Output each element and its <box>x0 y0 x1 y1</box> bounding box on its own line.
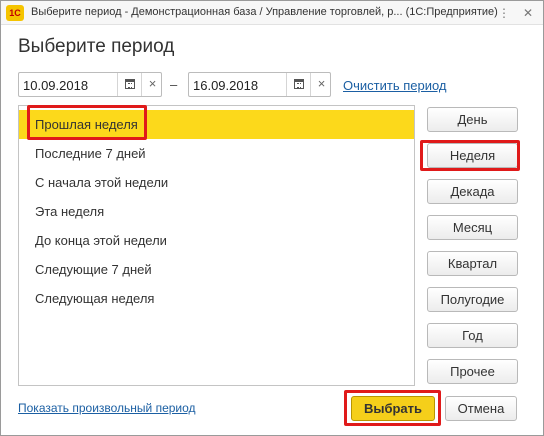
show-arbitrary-period-link[interactable]: Показать произвольный период <box>18 401 196 415</box>
list-item[interactable]: Следующие 7 дней <box>19 255 414 284</box>
list-item-label: До конца этой недели <box>35 233 167 248</box>
dialog-heading: Выберите период <box>18 36 175 57</box>
list-item[interactable]: С начала этой недели <box>19 168 414 197</box>
period-half-year-button[interactable]: Полугодие <box>427 287 518 312</box>
period-day-button[interactable]: День <box>427 107 518 132</box>
list-item-label: Следующие 7 дней <box>35 262 152 277</box>
list-item-label: Эта неделя <box>35 204 105 219</box>
date-to-value: 16.09.2018 <box>193 78 259 93</box>
list-item-label: Следующая неделя <box>35 291 155 306</box>
more-icon[interactable]: ⋮ <box>496 5 512 21</box>
date-from-field[interactable]: 10.09.2018 × <box>18 72 162 97</box>
period-week-button[interactable]: Неделя <box>427 143 518 168</box>
list-item[interactable]: Последние 7 дней <box>19 139 414 168</box>
period-other-button[interactable]: Прочее <box>427 359 518 384</box>
clear-date-from-icon[interactable]: × <box>141 73 163 96</box>
date-from-value: 10.09.2018 <box>23 78 89 93</box>
list-item[interactable]: Прошлая неделя <box>19 110 414 139</box>
date-range-separator: – <box>170 77 178 92</box>
list-item[interactable]: До конца этой недели <box>19 226 414 255</box>
date-to-field[interactable]: 16.09.2018 × <box>188 72 331 97</box>
cancel-button[interactable]: Отмена <box>445 396 517 421</box>
calendar-icon[interactable] <box>117 73 141 96</box>
period-decade-button[interactable]: Декада <box>427 179 518 204</box>
close-icon[interactable]: ✕ <box>520 5 536 21</box>
list-item-label: Последние 7 дней <box>35 146 146 161</box>
list-item[interactable]: Следующая неделя <box>19 284 414 313</box>
period-year-button[interactable]: Год <box>427 323 518 348</box>
clear-period-link[interactable]: Очистить период <box>343 78 447 93</box>
calendar-icon[interactable] <box>286 73 310 96</box>
period-month-button[interactable]: Месяц <box>427 215 518 240</box>
select-period-dialog: 1С Выберите период - Демонстрационная ба… <box>0 0 544 436</box>
list-item-label: Прошлая неделя <box>35 117 138 132</box>
list-item[interactable]: Эта неделя <box>19 197 414 226</box>
window-title: Выберите период - Демонстрационная база … <box>31 6 498 18</box>
clear-date-to-icon[interactable]: × <box>310 73 332 96</box>
choose-button[interactable]: Выбрать <box>351 396 435 421</box>
list-item-label: С начала этой недели <box>35 175 169 190</box>
period-list[interactable]: Прошлая неделя Последние 7 дней С начала э… <box>18 105 415 386</box>
period-quarter-button[interactable]: Квартал <box>427 251 518 276</box>
1c-logo-icon: 1С <box>6 5 24 21</box>
title-bar: 1С Выберите период - Демонстрационная ба… <box>1 1 543 25</box>
